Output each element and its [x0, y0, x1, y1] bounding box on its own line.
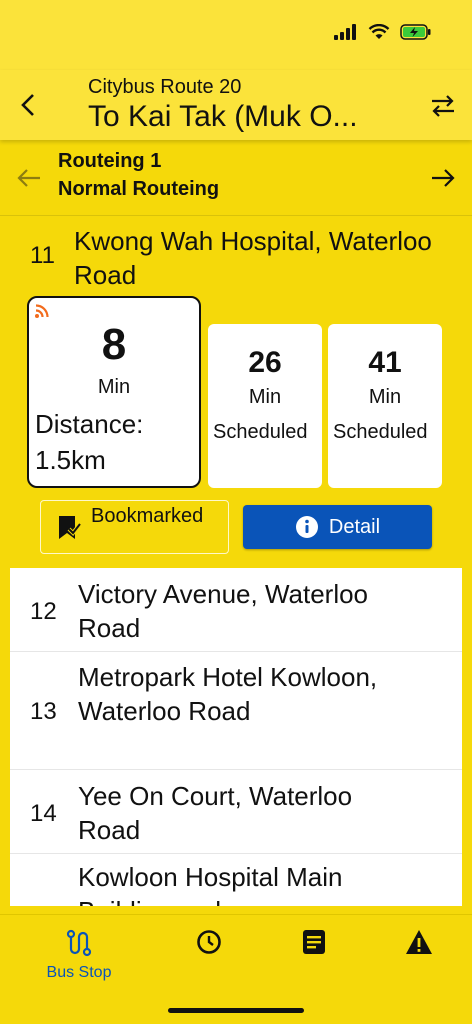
detail-label: Detail — [328, 515, 381, 538]
route-title: Citybus Route 20 — [88, 76, 242, 98]
detail-button[interactable]: Detail — [243, 505, 432, 549]
eta-distance: Distance: 1.5km — [35, 409, 144, 475]
next-routeing-button[interactable] — [428, 164, 458, 192]
nav-bus-stop-label: Bus Stop — [46, 964, 112, 981]
routeing-description: Normal Routeing — [58, 178, 220, 200]
home-indicator — [168, 1008, 304, 1013]
chevron-left-icon — [21, 94, 34, 116]
nav-bus-stop[interactable]: Bus Stop — [20, 929, 138, 982]
warning-icon — [406, 930, 432, 954]
stop-sequence: 13 — [30, 698, 57, 725]
nav-alerts[interactable] — [360, 929, 472, 960]
swap-direction-button[interactable] — [428, 92, 458, 120]
stop-list-item[interactable]: 13 Metropark Hotel Kowloon, Waterloo Roa… — [10, 652, 462, 770]
bookmark-button[interactable]: Bookmarked — [40, 500, 229, 554]
stop-name: Yee On Court, Waterloo Road — [78, 781, 353, 845]
realtime-signal-icon — [35, 304, 49, 318]
stop-name: Kwong Wah Hospital, Waterloo Road — [74, 226, 432, 290]
eta-scheduled-note: Scheduled — [213, 421, 308, 443]
nav-notices[interactable] — [255, 929, 373, 960]
stop-list[interactable]: 12 Victory Avenue, Waterloo Road 13 Metr… — [10, 568, 462, 906]
clock-icon — [197, 930, 221, 954]
bookmark-check-icon — [59, 516, 81, 539]
bookmark-label: Bookmarked — [91, 505, 204, 527]
eta-minutes: 8 — [101, 320, 127, 369]
eta-minutes: 41 — [368, 346, 402, 379]
battery-charging-icon — [400, 24, 431, 40]
status-icons — [334, 24, 432, 40]
eta-card-scheduled[interactable]: 41 Min Scheduled — [328, 324, 442, 488]
previous-routeing-button[interactable] — [14, 164, 44, 192]
app-header: Citybus Route 20 To Kai Tak (Muk O... — [0, 70, 472, 140]
stop-list-item[interactable]: Kowloon Hospital Main Building and — [10, 854, 462, 906]
stop-name: Metropark Hotel Kowloon, Waterloo Road — [78, 662, 378, 726]
info-icon — [295, 516, 318, 538]
eta-unit: Min — [248, 386, 282, 408]
stop-sequence: 14 — [30, 800, 57, 827]
wifi-icon — [368, 24, 390, 39]
document-icon — [303, 930, 325, 954]
stop-list-item[interactable]: 14 Yee On Court, Waterloo Road — [10, 770, 462, 854]
eta-unit: Min — [97, 376, 131, 398]
routeing-selector: Routeing 1 Normal Routeing — [0, 140, 472, 216]
signal-icon — [334, 24, 356, 40]
swap-arrows-icon — [432, 95, 454, 117]
status-bar — [0, 0, 472, 70]
arrow-left-icon — [17, 169, 40, 187]
stop-name: Kowloon Hospital Main Building and — [78, 862, 343, 906]
nav-schedule[interactable] — [150, 929, 268, 960]
eta-minutes: 26 — [248, 346, 282, 379]
route-destination: To Kai Tak (Muk O... — [88, 100, 358, 133]
eta-scheduled-note: Scheduled — [333, 421, 428, 443]
eta-card-realtime[interactable]: 8 Min Distance: 1.5km — [27, 296, 201, 488]
routeing-name: Routeing 1 — [58, 150, 162, 172]
stop-sequence: 11 — [30, 242, 55, 269]
current-stop: 11 Kwong Wah Hospital, Waterloo Road 8 M… — [0, 216, 472, 568]
eta-unit: Min — [368, 386, 402, 408]
arrow-right-icon — [432, 169, 455, 187]
eta-card-scheduled[interactable]: 26 Min Scheduled — [208, 324, 322, 488]
route-icon — [66, 929, 92, 957]
stop-name: Victory Avenue, Waterloo Road — [78, 579, 369, 643]
stop-sequence: 12 — [30, 598, 57, 625]
stop-list-item[interactable]: 12 Victory Avenue, Waterloo Road — [10, 568, 462, 652]
back-button[interactable] — [14, 90, 42, 120]
